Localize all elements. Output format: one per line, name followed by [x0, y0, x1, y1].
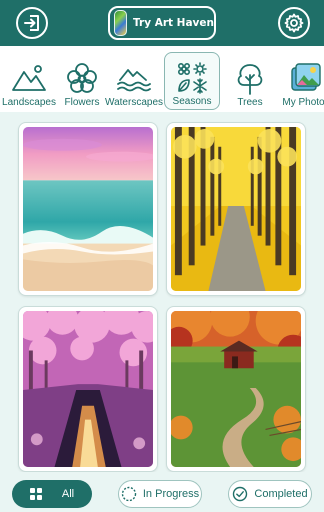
category-trees[interactable]: Trees	[226, 50, 274, 112]
filter-bar: All In Progress Completed	[0, 472, 324, 512]
filter-completed-button[interactable]: Completed	[228, 480, 312, 508]
artwork-card[interactable]	[166, 122, 306, 296]
artwork-card[interactable]	[18, 122, 158, 296]
category-label: Waterscapes	[105, 97, 163, 108]
exit-button[interactable]	[16, 7, 48, 39]
top-bar: Try Art Haven	[0, 0, 324, 46]
filter-completed-label: Completed	[254, 488, 308, 500]
exit-icon	[24, 15, 39, 31]
check-circle-icon	[233, 486, 248, 502]
art-haven-app-icon	[114, 10, 128, 36]
flower-icon	[67, 63, 97, 93]
artwork-card[interactable]	[18, 306, 158, 472]
photos-icon	[291, 63, 321, 91]
filter-all-button[interactable]: All	[12, 480, 92, 508]
filter-in-progress-label: In Progress	[142, 488, 200, 500]
category-landscapes[interactable]: Landscapes	[0, 50, 58, 112]
mountains-icon	[12, 65, 46, 91]
progress-circle-icon	[121, 486, 137, 502]
seasons-icon	[178, 62, 207, 94]
category-label: My Photos	[282, 97, 324, 108]
filter-in-progress-button[interactable]: In Progress	[118, 480, 202, 508]
category-my-photos[interactable]: My Photos	[280, 50, 324, 112]
category-bar: Landscapes Flowers Waterscapes Seasons T…	[0, 46, 324, 112]
artwork-card[interactable]	[166, 306, 306, 472]
artwork-cherry-blossom-canal	[23, 311, 153, 467]
category-label: Trees	[237, 97, 263, 108]
category-label: Landscapes	[2, 97, 56, 108]
category-label: Seasons	[172, 96, 212, 107]
category-seasons[interactable]: Seasons	[164, 52, 220, 110]
category-label: Flowers	[64, 97, 100, 108]
gear-icon	[284, 13, 304, 33]
artwork-autumn-farm	[171, 311, 301, 467]
settings-button[interactable]	[278, 7, 310, 39]
category-flowers[interactable]: Flowers	[58, 50, 106, 112]
try-art-haven-label: Try Art Haven	[133, 17, 214, 29]
tree-icon	[237, 64, 263, 95]
category-waterscapes[interactable]: Waterscapes	[105, 50, 163, 112]
artwork-autumn-tree-road	[171, 127, 301, 291]
filter-all-label: All	[61, 488, 75, 500]
waves-icon	[117, 69, 151, 92]
try-art-haven-button[interactable]: Try Art Haven	[108, 6, 216, 40]
artwork-beach-sunset	[23, 127, 153, 291]
grid-icon	[29, 488, 42, 500]
